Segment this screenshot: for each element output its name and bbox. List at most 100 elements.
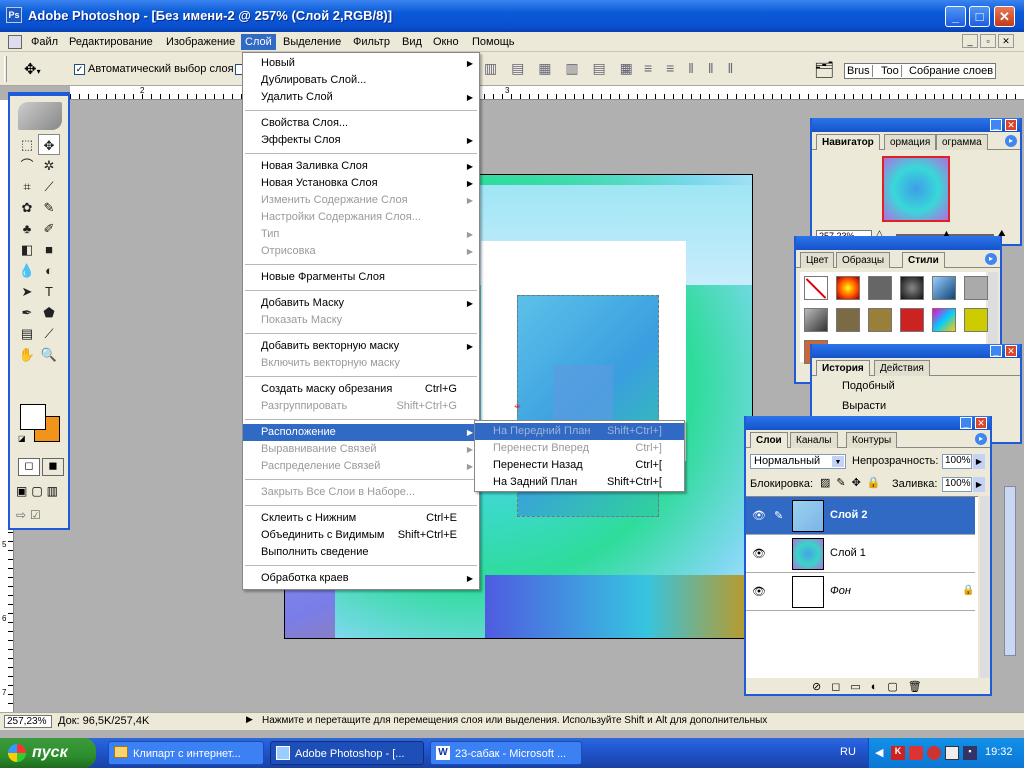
foreground-color-swatch[interactable]	[20, 404, 46, 430]
notes-tool-icon[interactable]: ▤	[16, 323, 38, 344]
auto-select-checkbox[interactable]: ✓	[74, 64, 85, 75]
layer-menu-item[interactable]: Склеить с Нижним Ctrl+E	[243, 510, 479, 527]
window-titlebar[interactable]: Ps Adobe Photoshop - [Без имени-2 @ 257%…	[0, 0, 1024, 32]
panel-titlebar[interactable]	[796, 236, 1000, 250]
hand-tool-icon[interactable]: ✋	[16, 344, 38, 365]
opacity-arrow-icon[interactable]: ▶	[973, 454, 985, 469]
styles-side-scrollbar[interactable]	[1004, 486, 1016, 656]
maximize-button[interactable]: □	[969, 6, 990, 27]
style-swatch[interactable]	[900, 308, 924, 332]
task-button-photoshop[interactable]: Adobe Photoshop - [...	[270, 741, 424, 765]
menu-image[interactable]: Изображение	[162, 34, 239, 50]
tab-history[interactable]: История	[816, 360, 870, 376]
menu-layer[interactable]: Слой	[241, 34, 276, 50]
status-doc-size[interactable]: Док: 96,5K/257,4K	[58, 715, 149, 727]
panel-close-icon[interactable]: ✕	[975, 417, 987, 429]
layer-menu-item[interactable]: Объединить с Видимым Shift+Ctrl+E	[243, 527, 479, 544]
tab-layers[interactable]: Слои	[750, 432, 788, 448]
align-icons[interactable]: ▥ ▤ ▦ ▥ ▤ ▦	[484, 60, 638, 77]
move-tool-icon[interactable]: ✥▾	[24, 60, 41, 78]
tab-color[interactable]: Цвет	[800, 252, 835, 268]
dodge-tool-icon[interactable]: ◐	[38, 260, 60, 281]
layer-menu-item[interactable]: Удалить Слой ▶	[243, 89, 479, 106]
layer-menu-item[interactable]: Добавить Маску ▶	[243, 295, 479, 312]
clone-stamp-icon[interactable]: ♣	[16, 218, 38, 239]
volume-icon[interactable]: ▪	[963, 746, 977, 760]
arrange-menu-item[interactable]: На Передний План Shift+Ctrl+]	[475, 423, 684, 440]
standard-mode-icon[interactable]: ◻	[18, 458, 40, 476]
monitor-icon[interactable]	[945, 746, 959, 760]
tab-navigator[interactable]: Навигатор	[816, 134, 880, 150]
layer-menu-item[interactable]: Выравнивание Связей ▶	[243, 441, 479, 458]
style-swatch[interactable]	[932, 308, 956, 332]
status-menu-icon[interactable]: ▶	[246, 714, 253, 725]
task-button-clipart[interactable]: Клипарт с интернет...	[108, 741, 264, 765]
well-tab-tool-presets[interactable]: Too	[881, 65, 902, 77]
menu-window[interactable]: Окно	[429, 34, 463, 50]
tab-paths[interactable]: Контуры	[846, 432, 898, 448]
arrange-menu-item[interactable]: Перенести Вперед Ctrl+]	[475, 440, 684, 457]
tab-channels[interactable]: Каналы	[790, 432, 838, 448]
eye-icon[interactable]: 👁	[752, 585, 766, 598]
path-select-icon[interactable]: ➤	[16, 281, 38, 302]
eye-icon[interactable]: 👁	[752, 547, 766, 560]
doc-close-button[interactable]: ✕	[998, 34, 1014, 48]
doc-minimize-button[interactable]: _	[962, 34, 978, 48]
menu-select[interactable]: Выделение	[279, 34, 345, 50]
marquee-tool-icon[interactable]: ⬚	[16, 134, 38, 155]
well-tab-brushes[interactable]: Brus	[847, 65, 873, 77]
style-swatch[interactable]	[836, 308, 860, 332]
ruler-top[interactable]: 2 3	[70, 86, 1024, 100]
tab-info[interactable]: ормация	[884, 134, 937, 150]
panel-minimize-icon[interactable]: _	[960, 417, 972, 429]
fill-arrow-icon[interactable]: ▶	[973, 477, 985, 492]
quick-mask-icon[interactable]: ◼	[42, 458, 64, 476]
status-zoom-field[interactable]: 257,23%	[4, 715, 52, 728]
screen-mode-icons[interactable]: ▣▢▥	[16, 484, 62, 498]
tab-histogram[interactable]: ограмма	[936, 134, 988, 150]
security-icon[interactable]	[927, 746, 941, 760]
arrange-menu-item[interactable]: На Задний План Shift+Ctrl+[	[475, 474, 684, 491]
style-swatch[interactable]	[804, 308, 828, 332]
layer-row[interactable]: 👁 Слой 1	[746, 535, 975, 573]
history-brush-icon[interactable]: ✐	[38, 218, 60, 239]
blend-mode-select[interactable]: Нормальный ▼	[750, 454, 846, 469]
layer-menu-item[interactable]: Расположение ▶	[243, 424, 479, 441]
lock-icons[interactable]: ▨✎✥🔒	[820, 476, 887, 489]
task-button-word[interactable]: 23-сабак - Microsoft ...	[430, 741, 582, 765]
close-button[interactable]: ✕	[994, 6, 1015, 27]
fill-field[interactable]: 100%	[942, 477, 972, 492]
antivirus-icon[interactable]: K	[891, 746, 905, 760]
layer-menu-item[interactable]: Распределение Связей ▶	[243, 458, 479, 475]
slice-tool-icon[interactable]: ⟋	[38, 176, 60, 197]
style-swatch[interactable]	[964, 308, 988, 332]
layer-menu-item[interactable]: Тип ▶	[243, 226, 479, 243]
layer-menu-item[interactable]: Дублировать Слой...	[243, 72, 479, 89]
eyedropper-icon[interactable]: ⟋	[38, 323, 60, 344]
layer-menu-item[interactable]: Новый ▶	[243, 55, 479, 72]
file-browser-icon[interactable]: 🗂	[814, 60, 834, 80]
layer-menu-item[interactable]: Новая Заливка Слоя ▶	[243, 158, 479, 175]
eraser-tool-icon[interactable]: ◧	[16, 239, 38, 260]
document-icon[interactable]	[8, 35, 22, 49]
layer-footer-icons[interactable]: ⊘◻▭◐▢🗑	[812, 680, 932, 693]
menu-filter[interactable]: Фильтр	[349, 34, 394, 50]
healing-brush-icon[interactable]: ✿	[16, 197, 38, 218]
brush-tool-icon[interactable]: ✎	[38, 197, 60, 218]
navigator-thumbnail[interactable]	[882, 156, 950, 222]
pen-tool-icon[interactable]: ✒	[16, 302, 38, 323]
tray-expand-icon[interactable]: ◀	[875, 746, 883, 759]
panel-minimize-icon[interactable]: _	[990, 119, 1002, 131]
panel-minimize-icon[interactable]: _	[990, 345, 1002, 357]
layer-menu-item[interactable]: Создать маску обрезания Ctrl+G	[243, 381, 479, 398]
panel-menu-icon[interactable]: ▸	[975, 433, 987, 445]
tab-actions[interactable]: Действия	[874, 360, 930, 376]
layer-menu-item[interactable]: Обработка краев ▶	[243, 570, 479, 587]
magic-wand-tool-icon[interactable]: ✲	[38, 155, 60, 176]
style-swatch[interactable]	[900, 276, 924, 300]
layer-menu-item[interactable]: Изменить Содержание Слоя ▶	[243, 192, 479, 209]
layer-menu-item[interactable]: Эффекты Слоя ▶	[243, 132, 479, 149]
menu-view[interactable]: Вид	[398, 34, 426, 50]
panel-titlebar[interactable]	[812, 118, 1020, 132]
arrange-menu-item[interactable]: Перенести Назад Ctrl+[	[475, 457, 684, 474]
